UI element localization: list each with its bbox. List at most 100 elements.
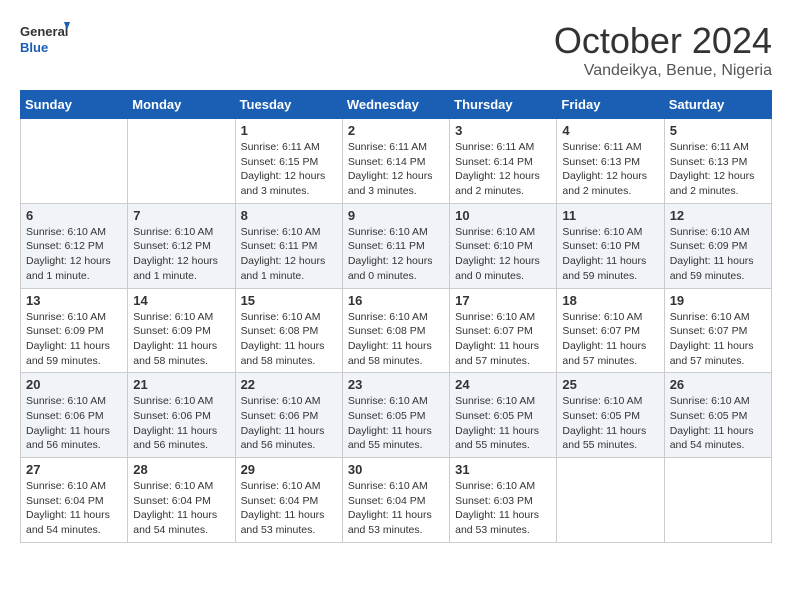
calendar-cell: 24 Sunrise: 6:10 AMSunset: 6:05 PMDayligh… xyxy=(450,373,557,458)
calendar-cell xyxy=(128,119,235,204)
day-header-thursday: Thursday xyxy=(450,91,557,119)
day-info: Sunrise: 6:10 AMSunset: 6:03 PMDaylight:… xyxy=(455,479,551,538)
day-number: 7 xyxy=(133,208,229,223)
calendar-cell: 10Sunrise: 6:10 AMSunset: 6:10 PMDayligh… xyxy=(450,203,557,288)
calendar-cell: 31Sunrise: 6:10 AMSunset: 6:03 PMDayligh… xyxy=(450,458,557,543)
location-subtitle: Vandeikya, Benue, Nigeria xyxy=(554,62,772,80)
day-header-monday: Monday xyxy=(128,91,235,119)
calendar-cell xyxy=(21,119,128,204)
svg-text:Blue: Blue xyxy=(20,40,48,55)
day-number: 14 xyxy=(133,293,229,308)
calendar-cell: 20 Sunrise: 6:10 AMSunset: 6:06 PMDayligh… xyxy=(21,373,128,458)
day-info: Sunrise: 6:10 AMSunset: 6:04 PMDaylight:… xyxy=(241,479,337,538)
calendar-cell: 9 Sunrise: 6:10 AMSunset: 6:11 PMDaylight… xyxy=(342,203,449,288)
day-info: Sunrise: 6:10 AMSunset: 6:12 PMDaylight:… xyxy=(26,225,122,284)
calendar-cell: 3 Sunrise: 6:11 AMSunset: 6:14 PMDaylight… xyxy=(450,119,557,204)
day-info: Sunrise: 6:10 AMSunset: 6:04 PMDaylight:… xyxy=(26,479,122,538)
day-number: 17 xyxy=(455,293,551,308)
day-info: Sunrise: 6:11 AMSunset: 6:15 PMDaylight:… xyxy=(241,140,337,199)
days-header-row: SundayMondayTuesdayWednesdayThursdayFrid… xyxy=(21,91,772,119)
svg-text:General: General xyxy=(20,24,68,39)
day-number: 3 xyxy=(455,123,551,138)
day-info: Sunrise: 6:11 AMSunset: 6:13 PMDaylight:… xyxy=(670,140,766,199)
calendar-cell: 12Sunrise: 6:10 AMSunset: 6:09 PMDayligh… xyxy=(664,203,771,288)
calendar-cell: 26 Sunrise: 6:10 AMSunset: 6:05 PMDayligh… xyxy=(664,373,771,458)
day-header-saturday: Saturday xyxy=(664,91,771,119)
day-header-tuesday: Tuesday xyxy=(235,91,342,119)
day-info: Sunrise: 6:10 AMSunset: 6:06 PMDaylight:… xyxy=(26,394,122,453)
day-number: 16 xyxy=(348,293,444,308)
day-info: Sunrise: 6:10 AMSunset: 6:11 PMDaylight:… xyxy=(348,225,444,284)
day-info: Sunrise: 6:10 AMSunset: 6:12 PMDaylight:… xyxy=(133,225,229,284)
day-number: 24 xyxy=(455,377,551,392)
day-number: 30 xyxy=(348,462,444,477)
day-info: Sunrise: 6:10 AMSunset: 6:05 PMDaylight:… xyxy=(562,394,658,453)
day-info: Sunrise: 6:11 AMSunset: 6:14 PMDaylight:… xyxy=(348,140,444,199)
day-info: Sunrise: 6:10 AMSunset: 6:05 PMDaylight:… xyxy=(455,394,551,453)
day-number: 9 xyxy=(348,208,444,223)
calendar-cell: 17Sunrise: 6:10 AMSunset: 6:07 PMDayligh… xyxy=(450,288,557,373)
title-area: October 2024 Vandeikya, Benue, Nigeria xyxy=(554,20,772,80)
day-number: 1 xyxy=(241,123,337,138)
day-info: Sunrise: 6:10 AMSunset: 6:04 PMDaylight:… xyxy=(348,479,444,538)
week-row-5: 27 Sunrise: 6:10 AMSunset: 6:04 PMDayligh… xyxy=(21,458,772,543)
day-info: Sunrise: 6:10 AMSunset: 6:07 PMDaylight:… xyxy=(562,310,658,369)
calendar-table: SundayMondayTuesdayWednesdayThursdayFrid… xyxy=(20,90,772,543)
day-number: 18 xyxy=(562,293,658,308)
day-number: 2 xyxy=(348,123,444,138)
day-info: Sunrise: 6:10 AMSunset: 6:10 PMDaylight:… xyxy=(455,225,551,284)
day-header-sunday: Sunday xyxy=(21,91,128,119)
calendar-cell: 28Sunrise: 6:10 AMSunset: 6:04 PMDayligh… xyxy=(128,458,235,543)
month-title: October 2024 xyxy=(554,20,772,62)
calendar-cell: 13Sunrise: 6:10 AMSunset: 6:09 PMDayligh… xyxy=(21,288,128,373)
day-number: 27 xyxy=(26,462,122,477)
day-info: Sunrise: 6:10 AMSunset: 6:04 PMDaylight:… xyxy=(133,479,229,538)
day-number: 23 xyxy=(348,377,444,392)
day-info: Sunrise: 6:10 AMSunset: 6:07 PMDaylight:… xyxy=(670,310,766,369)
page-header: General Blue October 2024 Vandeikya, Ben… xyxy=(20,20,772,80)
day-number: 21 xyxy=(133,377,229,392)
day-info: Sunrise: 6:10 AMSunset: 6:06 PMDaylight:… xyxy=(241,394,337,453)
day-number: 5 xyxy=(670,123,766,138)
calendar-cell: 16 Sunrise: 6:10 AMSunset: 6:08 PMDayligh… xyxy=(342,288,449,373)
day-number: 29 xyxy=(241,462,337,477)
day-number: 19 xyxy=(670,293,766,308)
day-info: Sunrise: 6:10 AMSunset: 6:08 PMDaylight:… xyxy=(348,310,444,369)
day-info: Sunrise: 6:10 AMSunset: 6:09 PMDaylight:… xyxy=(26,310,122,369)
calendar-cell: 4 Sunrise: 6:11 AMSunset: 6:13 PMDaylight… xyxy=(557,119,664,204)
day-number: 8 xyxy=(241,208,337,223)
calendar-cell: 21 Sunrise: 6:10 AMSunset: 6:06 PMDayligh… xyxy=(128,373,235,458)
day-number: 6 xyxy=(26,208,122,223)
week-row-1: 1 Sunrise: 6:11 AMSunset: 6:15 PMDaylight… xyxy=(21,119,772,204)
calendar-cell: 11 Sunrise: 6:10 AMSunset: 6:10 PMDayligh… xyxy=(557,203,664,288)
day-header-friday: Friday xyxy=(557,91,664,119)
calendar-cell: 8Sunrise: 6:10 AMSunset: 6:11 PMDaylight… xyxy=(235,203,342,288)
day-info: Sunrise: 6:10 AMSunset: 6:10 PMDaylight:… xyxy=(562,225,658,284)
day-number: 20 xyxy=(26,377,122,392)
calendar-cell: 15Sunrise: 6:10 AMSunset: 6:08 PMDayligh… xyxy=(235,288,342,373)
calendar-cell: 25Sunrise: 6:10 AMSunset: 6:05 PMDayligh… xyxy=(557,373,664,458)
calendar-cell: 23Sunrise: 6:10 AMSunset: 6:05 PMDayligh… xyxy=(342,373,449,458)
calendar-cell xyxy=(664,458,771,543)
day-number: 4 xyxy=(562,123,658,138)
calendar-cell: 29 Sunrise: 6:10 AMSunset: 6:04 PMDayligh… xyxy=(235,458,342,543)
day-number: 11 xyxy=(562,208,658,223)
day-info: Sunrise: 6:10 AMSunset: 6:09 PMDaylight:… xyxy=(133,310,229,369)
day-info: Sunrise: 6:10 AMSunset: 6:05 PMDaylight:… xyxy=(670,394,766,453)
week-row-3: 13Sunrise: 6:10 AMSunset: 6:09 PMDayligh… xyxy=(21,288,772,373)
calendar-cell: 22Sunrise: 6:10 AMSunset: 6:06 PMDayligh… xyxy=(235,373,342,458)
calendar-cell xyxy=(557,458,664,543)
calendar-cell: 1 Sunrise: 6:11 AMSunset: 6:15 PMDaylight… xyxy=(235,119,342,204)
day-info: Sunrise: 6:10 AMSunset: 6:06 PMDaylight:… xyxy=(133,394,229,453)
logo-svg: General Blue xyxy=(20,20,70,62)
day-number: 15 xyxy=(241,293,337,308)
calendar-cell: 7 Sunrise: 6:10 AMSunset: 6:12 PMDaylight… xyxy=(128,203,235,288)
calendar-cell: 30 Sunrise: 6:10 AMSunset: 6:04 PMDayligh… xyxy=(342,458,449,543)
day-number: 12 xyxy=(670,208,766,223)
day-info: Sunrise: 6:11 AMSunset: 6:14 PMDaylight:… xyxy=(455,140,551,199)
calendar-cell: 6 Sunrise: 6:10 AMSunset: 6:12 PMDaylight… xyxy=(21,203,128,288)
day-info: Sunrise: 6:11 AMSunset: 6:13 PMDaylight:… xyxy=(562,140,658,199)
day-number: 26 xyxy=(670,377,766,392)
week-row-4: 20 Sunrise: 6:10 AMSunset: 6:06 PMDayligh… xyxy=(21,373,772,458)
week-row-2: 6 Sunrise: 6:10 AMSunset: 6:12 PMDaylight… xyxy=(21,203,772,288)
